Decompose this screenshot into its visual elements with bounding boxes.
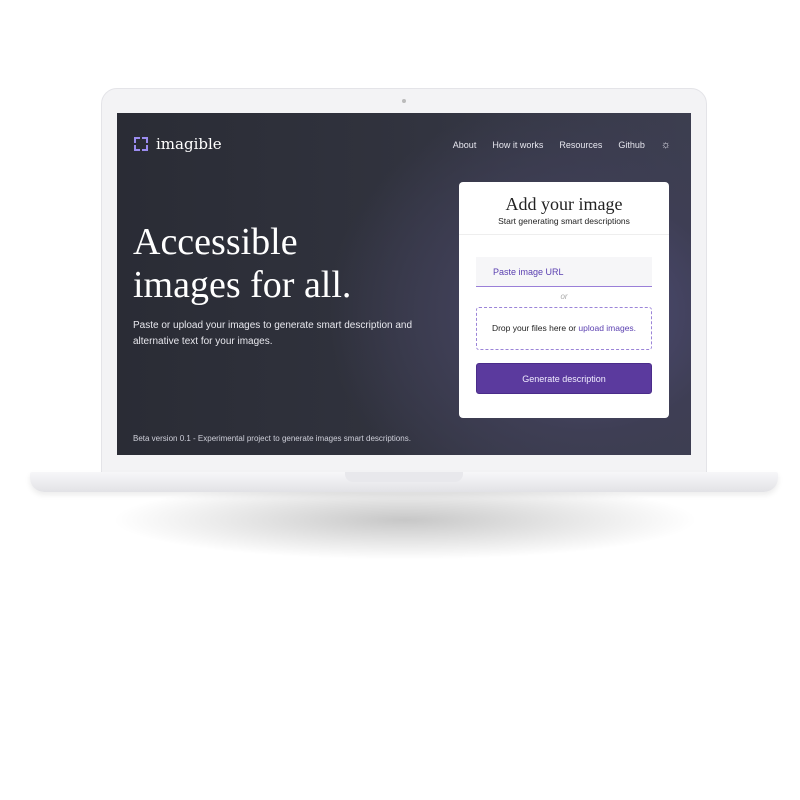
logo[interactable]: imagible — [134, 135, 222, 153]
hero-subtitle: Paste or upload your images to generate … — [133, 320, 413, 347]
top-nav: About How it works Resources Github ☼ — [453, 139, 671, 151]
nav-how-it-works[interactable]: How it works — [492, 140, 543, 150]
laptop-notch — [345, 472, 463, 482]
screen: imagible About How it works Resources Gi… — [117, 113, 691, 455]
logo-text: imagible — [156, 135, 222, 153]
sun-icon[interactable]: ☼ — [661, 139, 671, 151]
card-title: Add your image — [505, 194, 623, 214]
logo-bracket-icon — [134, 137, 148, 151]
or-separator: or — [560, 292, 568, 301]
camera — [402, 99, 406, 103]
nav-github[interactable]: Github — [618, 140, 645, 150]
nav-about[interactable]: About — [453, 140, 477, 150]
add-image-card: Add your image Start generating smart de… — [459, 182, 669, 418]
generate-description-button[interactable]: Generate description — [476, 363, 652, 394]
image-url-input[interactable]: Paste image URL — [476, 257, 652, 287]
nav-resources[interactable]: Resources — [559, 140, 602, 150]
laptop-base — [30, 472, 778, 492]
card-subtitle: Start generating smart descriptions — [498, 216, 630, 226]
divider — [459, 234, 669, 235]
upload-images-link[interactable]: upload images. — [578, 323, 636, 333]
file-drop-zone[interactable]: Drop your files here or upload images. — [476, 307, 652, 350]
hero-title: Accessible images for all. — [133, 221, 351, 307]
laptop-shadow — [110, 480, 700, 560]
drop-text: Drop your files here or — [491, 323, 579, 333]
hero-title-line1: Accessible — [133, 221, 298, 263]
footer-text: Beta version 0.1 - Experimental project … — [133, 434, 411, 443]
hero-title-line2: images for all. — [133, 264, 352, 306]
